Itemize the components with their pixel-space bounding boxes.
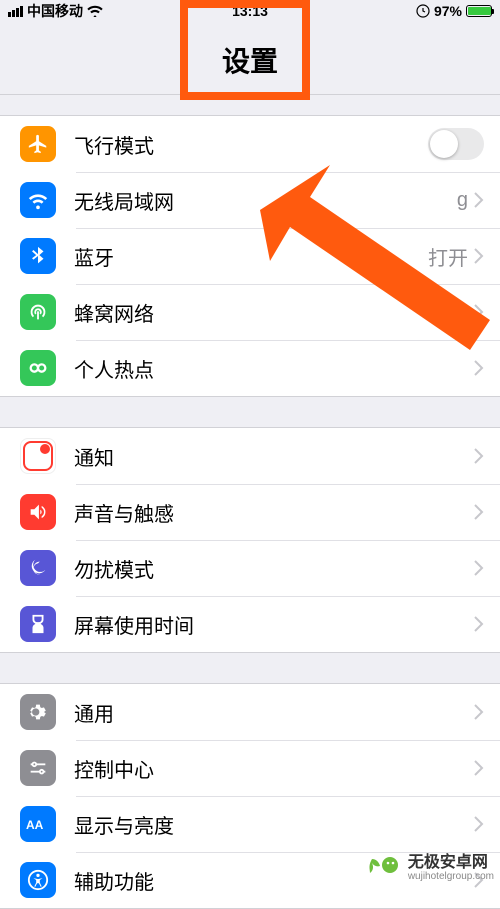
row-value: g bbox=[457, 189, 468, 212]
cellular-icon bbox=[20, 294, 56, 330]
row-label: 蜂窝网络 bbox=[74, 298, 474, 327]
status-right: 97% bbox=[416, 3, 492, 19]
dnd-icon bbox=[20, 550, 56, 586]
chevron-right-icon bbox=[474, 704, 484, 720]
signal-icon bbox=[8, 6, 23, 17]
row-label: 个人热点 bbox=[74, 354, 474, 383]
svg-text:AA: AA bbox=[26, 818, 44, 832]
row-wifi[interactable]: 无线局域网 g bbox=[0, 172, 500, 228]
status-bar: 中国移动 13:13 97% bbox=[0, 0, 500, 22]
battery-icon bbox=[466, 5, 492, 17]
row-label: 飞行模式 bbox=[74, 130, 428, 159]
row-label: 显示与亮度 bbox=[74, 810, 474, 839]
row-sound[interactable]: 声音与触感 bbox=[0, 484, 500, 540]
row-display[interactable]: AA 显示与亮度 bbox=[0, 796, 500, 852]
chevron-right-icon bbox=[474, 304, 484, 320]
row-label: 无线局域网 bbox=[74, 186, 457, 215]
chevron-right-icon bbox=[474, 504, 484, 520]
watermark: 无极安卓网 wujihotelgroup.com bbox=[366, 853, 494, 883]
row-label: 蓝牙 bbox=[74, 242, 428, 271]
row-general[interactable]: 通用 bbox=[0, 684, 500, 740]
rotation-lock-icon bbox=[416, 4, 430, 18]
row-label: 控制中心 bbox=[74, 754, 474, 783]
chevron-right-icon bbox=[474, 760, 484, 776]
notifications-icon bbox=[20, 438, 56, 474]
carrier-label: 中国移动 bbox=[27, 1, 83, 21]
row-bluetooth[interactable]: 蓝牙 打开 bbox=[0, 228, 500, 284]
row-airplane-mode[interactable]: 飞行模式 bbox=[0, 116, 500, 172]
status-left: 中国移动 bbox=[8, 1, 103, 21]
row-label: 屏幕使用时间 bbox=[74, 610, 474, 639]
chevron-right-icon bbox=[474, 192, 484, 208]
bluetooth-icon bbox=[20, 238, 56, 274]
row-notifications[interactable]: 通知 bbox=[0, 428, 500, 484]
chevron-right-icon bbox=[474, 560, 484, 576]
sound-icon bbox=[20, 494, 56, 530]
control-center-icon bbox=[20, 750, 56, 786]
chevron-right-icon bbox=[474, 616, 484, 632]
wifi-settings-icon bbox=[20, 182, 56, 218]
row-screentime[interactable]: 屏幕使用时间 bbox=[0, 596, 500, 652]
settings-group-notifications: 通知 声音与触感 勿扰模式 屏幕使用时间 bbox=[0, 427, 500, 653]
watermark-logo-icon bbox=[366, 853, 402, 883]
screentime-icon bbox=[20, 606, 56, 642]
settings-group-connectivity: 飞行模式 无线局域网 g 蓝牙 打开 蜂窝网络 个人热点 bbox=[0, 115, 500, 397]
row-label: 勿扰模式 bbox=[74, 554, 474, 583]
display-icon: AA bbox=[20, 806, 56, 842]
chevron-right-icon bbox=[474, 448, 484, 464]
row-hotspot[interactable]: 个人热点 bbox=[0, 340, 500, 396]
row-label: 声音与触感 bbox=[74, 498, 474, 527]
hotspot-icon bbox=[20, 350, 56, 386]
chevron-right-icon bbox=[474, 816, 484, 832]
row-value: 打开 bbox=[428, 242, 468, 271]
row-dnd[interactable]: 勿扰模式 bbox=[0, 540, 500, 596]
chevron-right-icon bbox=[474, 248, 484, 264]
accessibility-icon bbox=[20, 862, 56, 898]
general-icon bbox=[20, 694, 56, 730]
row-cellular[interactable]: 蜂窝网络 bbox=[0, 284, 500, 340]
page-title: 设置 bbox=[0, 22, 500, 95]
watermark-url: wujihotelgroup.com bbox=[408, 871, 494, 882]
row-control-center[interactable]: 控制中心 bbox=[0, 740, 500, 796]
wifi-icon bbox=[87, 5, 103, 17]
airplane-toggle[interactable] bbox=[428, 128, 484, 160]
chevron-right-icon bbox=[474, 360, 484, 376]
row-label: 通用 bbox=[74, 698, 474, 727]
row-label: 通知 bbox=[74, 442, 474, 471]
battery-percent: 97% bbox=[434, 3, 462, 19]
watermark-name: 无极安卓网 bbox=[408, 854, 494, 872]
airplane-icon bbox=[20, 126, 56, 162]
